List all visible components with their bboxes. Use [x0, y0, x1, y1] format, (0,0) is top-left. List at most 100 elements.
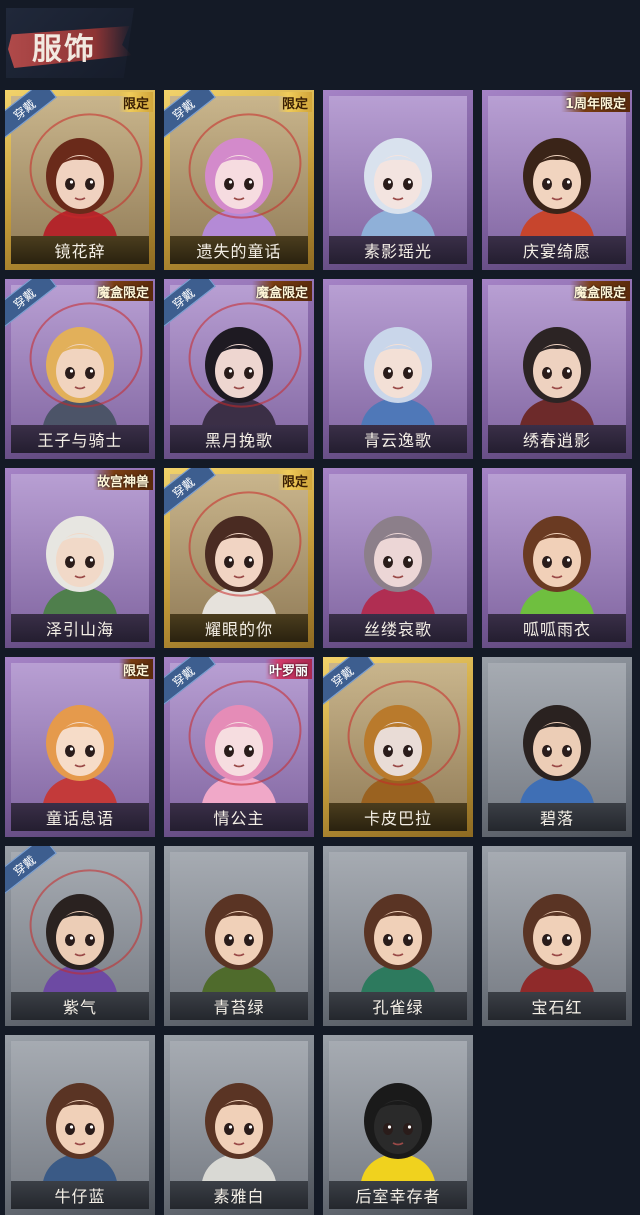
- costume-name: 素影瑶光: [363, 242, 432, 261]
- costume-card[interactable]: 素雅白: [164, 1035, 314, 1215]
- costume-name-bar: 青云逸歌: [329, 425, 467, 453]
- character-portrait-icon: [346, 124, 450, 236]
- costume-name-bar: 遗失的童话: [170, 236, 308, 264]
- costume-card[interactable]: 穿戴 限定 镜花辞: [5, 90, 155, 270]
- costume-name-bar: 卡皮巴拉: [329, 803, 467, 831]
- costume-card[interactable]: 魔盒限定绣春逍影: [482, 279, 632, 459]
- costume-card[interactable]: 穿戴 限定 遗失的童话: [164, 90, 314, 270]
- character-portrait-icon: [505, 124, 609, 236]
- costume-name: 碧落: [539, 809, 574, 828]
- costume-name-bar: 宝石红: [488, 992, 626, 1020]
- costume-name-bar: 庆宴绮愿: [488, 236, 626, 264]
- limited-badge: 故宫神兽: [92, 470, 153, 490]
- limited-badge: 限定: [277, 92, 312, 112]
- costume-name: 镜花辞: [54, 242, 106, 261]
- section-header: 服饰: [6, 8, 134, 78]
- costume-card[interactable]: 穿戴 魔盒限定 黑月挽歌: [164, 279, 314, 459]
- page-title: 服饰: [32, 32, 96, 67]
- costume-name-bar: 呱呱雨衣: [488, 614, 626, 642]
- costume-name: 绣春逍影: [522, 431, 591, 450]
- costume-portrait-frame: [11, 474, 149, 614]
- costume-portrait-frame: [488, 852, 626, 992]
- costume-name: 庆宴绮愿: [522, 242, 591, 261]
- costume-card[interactable]: 青云逸歌: [323, 279, 473, 459]
- costume-name-bar: 素影瑶光: [329, 236, 467, 264]
- costume-card[interactable]: 碧落: [482, 657, 632, 837]
- costume-name-bar: 后室幸存者: [329, 1181, 467, 1209]
- costume-name: 素雅白: [213, 1187, 265, 1206]
- costume-portrait-frame: [329, 663, 467, 803]
- limited-badge: 魔盒限定: [251, 281, 312, 301]
- character-portrait-icon: [505, 502, 609, 614]
- costume-card[interactable]: 穿戴 紫气: [5, 846, 155, 1026]
- costume-portrait-frame: [170, 96, 308, 236]
- costume-portrait-frame: [11, 663, 149, 803]
- costume-name: 卡皮巴拉: [363, 809, 432, 828]
- costume-portrait-frame: [488, 663, 626, 803]
- character-portrait-icon: [505, 313, 609, 425]
- costume-portrait-frame: [11, 852, 149, 992]
- costume-portrait-frame: [488, 474, 626, 614]
- costume-portrait-frame: [170, 1041, 308, 1181]
- character-portrait-icon: [28, 1069, 132, 1181]
- costume-card[interactable]: 穿戴 魔盒限定 王子与骑士: [5, 279, 155, 459]
- costume-card[interactable]: 限定童话息语: [5, 657, 155, 837]
- costume-name-bar: 碧落: [488, 803, 626, 831]
- character-portrait-icon: [187, 1069, 291, 1181]
- costume-card[interactable]: 穿戴 叶罗丽 情公主: [164, 657, 314, 837]
- character-portrait-icon: [28, 502, 132, 614]
- costume-card[interactable]: 1周年限定庆宴绮愿: [482, 90, 632, 270]
- costume-name: 黑月挽歌: [204, 431, 273, 450]
- costume-card[interactable]: 丝缕哀歌: [323, 468, 473, 648]
- costume-name: 紫气: [62, 998, 97, 1017]
- costume-portrait-frame: [11, 285, 149, 425]
- costume-grid: 穿戴 限定 镜花辞 穿戴 限定 遗失的童话 素影瑶光 1周年限定 庆宴绮愿 穿戴 魔盒限定 王子与骑士…: [5, 90, 632, 1215]
- costume-portrait-frame: [329, 96, 467, 236]
- limited-badge: 1周年限定: [560, 92, 630, 112]
- costume-card[interactable]: 呱呱雨衣: [482, 468, 632, 648]
- limited-badge: 魔盒限定: [92, 281, 153, 301]
- costume-name-bar: 丝缕哀歌: [329, 614, 467, 642]
- costume-name: 呱呱雨衣: [522, 620, 591, 639]
- costume-name-bar: 紫气: [11, 992, 149, 1020]
- costume-card[interactable]: 穿戴 卡皮巴拉: [323, 657, 473, 837]
- costume-name-bar: 孔雀绿: [329, 992, 467, 1020]
- character-portrait-icon: [346, 313, 450, 425]
- costume-card[interactable]: 青苔绿: [164, 846, 314, 1026]
- costume-name: 青苔绿: [213, 998, 265, 1017]
- costume-card[interactable]: 故宫神兽泽引山海: [5, 468, 155, 648]
- costume-name-bar: 绣春逍影: [488, 425, 626, 453]
- costume-name: 后室幸存者: [355, 1187, 441, 1206]
- costume-card[interactable]: 牛仔蓝: [5, 1035, 155, 1215]
- limited-badge: 限定: [118, 659, 153, 679]
- costume-name: 情公主: [213, 809, 265, 828]
- costume-name: 王子与骑士: [37, 431, 123, 450]
- costume-name: 泽引山海: [45, 620, 114, 639]
- costume-portrait-frame: [11, 96, 149, 236]
- costume-name: 耀眼的你: [204, 620, 273, 639]
- costume-portrait-frame: [488, 285, 626, 425]
- limited-badge: 魔盒限定: [569, 281, 630, 301]
- character-portrait-icon: [187, 880, 291, 992]
- costume-name: 童话息语: [45, 809, 114, 828]
- costume-name-bar: 童话息语: [11, 803, 149, 831]
- costume-portrait-frame: [11, 1041, 149, 1181]
- costume-portrait-frame: [170, 663, 308, 803]
- costume-card[interactable]: 穿戴 限定 耀眼的你: [164, 468, 314, 648]
- costume-card[interactable]: 后室幸存者: [323, 1035, 473, 1215]
- costume-name: 宝石红: [531, 998, 583, 1017]
- character-portrait-icon: [346, 1069, 450, 1181]
- costume-portrait-frame: [170, 285, 308, 425]
- limited-badge: 限定: [277, 470, 312, 490]
- costume-name-bar: 牛仔蓝: [11, 1181, 149, 1209]
- costume-portrait-frame: [329, 1041, 467, 1181]
- costume-name-bar: 青苔绿: [170, 992, 308, 1020]
- limited-badge: 限定: [118, 92, 153, 112]
- limited-badge: 叶罗丽: [264, 659, 312, 679]
- costume-name-bar: 王子与骑士: [11, 425, 149, 453]
- costume-card[interactable]: 宝石红: [482, 846, 632, 1026]
- costume-portrait-frame: [329, 474, 467, 614]
- costume-card[interactable]: 孔雀绿: [323, 846, 473, 1026]
- costume-portrait-frame: [170, 474, 308, 614]
- costume-card[interactable]: 素影瑶光: [323, 90, 473, 270]
